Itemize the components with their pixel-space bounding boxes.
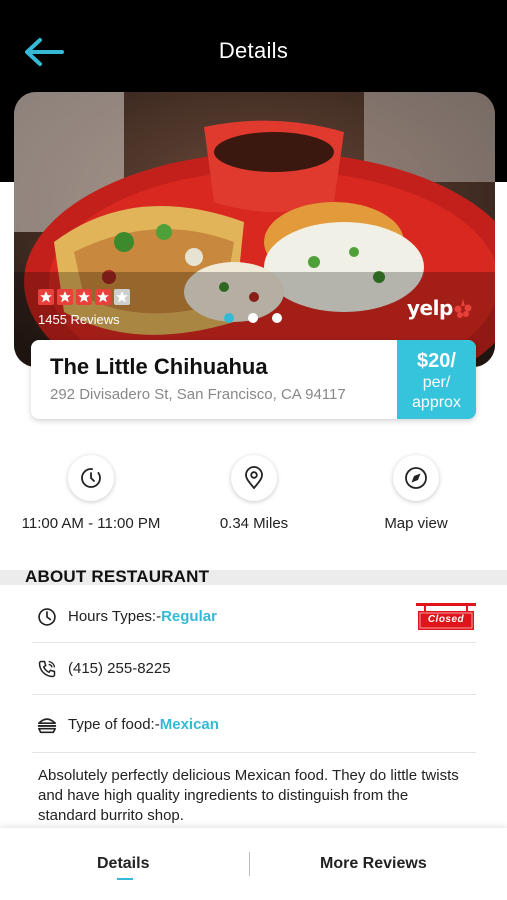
tab-details[interactable]: Details	[97, 855, 149, 873]
clock-icon	[81, 468, 101, 488]
closed-text: Closed	[427, 614, 465, 625]
tab-more-reviews[interactable]: More Reviews	[320, 855, 427, 873]
hours-type-label: Hours Types:-	[68, 608, 162, 625]
star-icon	[38, 289, 54, 305]
food-type-label: Type of food:-	[68, 716, 160, 733]
restaurant-description: Absolutely perfectly delicious Mexican f…	[38, 767, 459, 824]
carousel-dots	[224, 313, 282, 323]
burger-icon	[36, 714, 58, 736]
map-view-label: Map view	[384, 515, 448, 532]
hours-type-value: Regular	[161, 608, 217, 625]
hours-label: 11:00 AM - 11:00 PM	[21, 515, 161, 532]
distance-quick-action: 0.34 Miles	[174, 455, 334, 532]
hours-type-row: Hours Types:- Regular Closed	[32, 591, 476, 643]
about-title: ABOUT RESTAURANT	[25, 567, 210, 586]
price-badge: $20/ per/ approx	[397, 340, 476, 419]
star-rating	[38, 289, 130, 305]
food-type-value: Mexican	[159, 716, 219, 733]
distance-label: 0.34 Miles	[219, 515, 289, 532]
location-button[interactable]	[231, 455, 277, 501]
food-type-row: Type of food:- Mexican	[32, 697, 476, 753]
restaurant-photo-carousel[interactable]: 1455 Reviews yelp	[14, 92, 495, 367]
carousel-dot[interactable]	[248, 313, 258, 323]
clock-button[interactable]	[68, 455, 114, 501]
navigation-arrow-icon	[405, 467, 427, 489]
location-pin-icon	[245, 466, 263, 490]
bottom-nav: Details More Reviews	[0, 828, 507, 900]
restaurant-info-card: The Little Chihuahua 292 Divisadero St, …	[31, 340, 476, 419]
restaurant-name: The Little Chihuahua	[50, 354, 268, 379]
carousel-dot[interactable]	[272, 313, 282, 323]
price-amount: $20/	[417, 350, 456, 372]
map-view-button[interactable]	[393, 455, 439, 501]
price-per: per/	[422, 374, 451, 391]
restaurant-address: 292 Divisadero St, San Francisco, CA 941…	[50, 386, 346, 403]
hours-quick-action: 11:00 AM - 11:00 PM	[11, 455, 171, 532]
price-approx: approx	[412, 394, 461, 411]
closed-sign: Closed	[416, 603, 476, 631]
star-icon	[76, 289, 92, 305]
phone-icon	[36, 658, 58, 680]
clock-icon	[36, 606, 58, 628]
star-icon	[57, 289, 73, 305]
nav-divider	[249, 852, 250, 876]
yelp-logo: yelp	[407, 296, 473, 320]
active-tab-indicator	[117, 878, 133, 880]
star-empty-icon	[114, 289, 130, 305]
page-title: Details	[218, 38, 289, 63]
carousel-dot[interactable]	[224, 313, 234, 323]
star-icon	[95, 289, 111, 305]
map-quick-action: Map view	[336, 455, 496, 532]
phone-number[interactable]: (415) 255-8225	[68, 660, 171, 677]
phone-row[interactable]: (415) 255-8225	[32, 643, 476, 695]
review-count: 1455 Reviews	[38, 312, 120, 327]
